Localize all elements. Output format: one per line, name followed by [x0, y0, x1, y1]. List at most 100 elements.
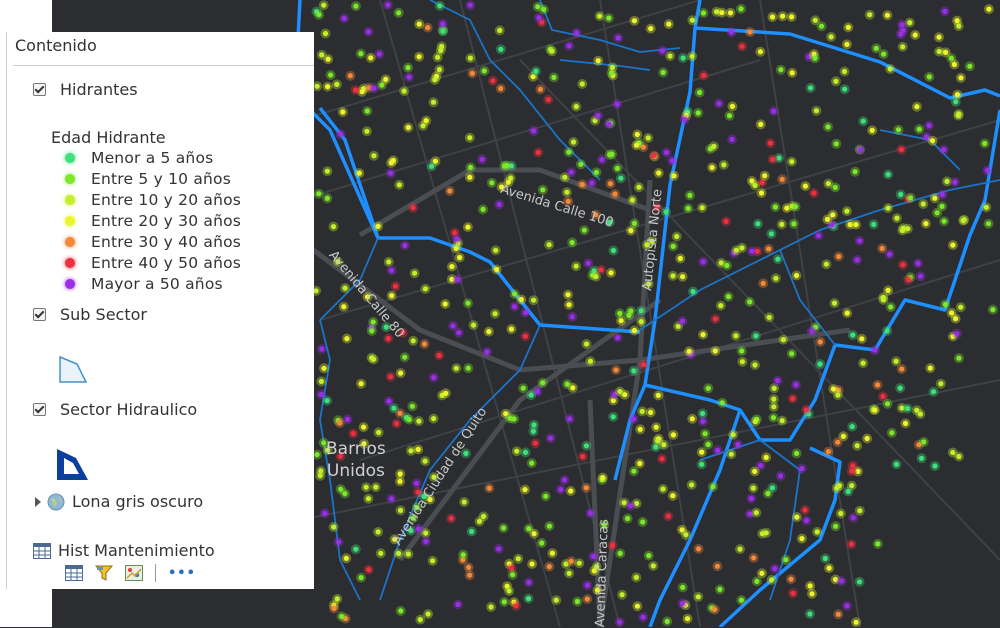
- hydrant-point[interactable]: [344, 336, 350, 342]
- hydrant-point[interactable]: [845, 24, 851, 30]
- hydrant-point[interactable]: [832, 184, 838, 190]
- hydrant-point[interactable]: [700, 259, 706, 265]
- hydrant-point[interactable]: [689, 17, 695, 23]
- hydrant-point[interactable]: [779, 418, 785, 424]
- hydrant-point[interactable]: [872, 407, 878, 413]
- hydrant-point[interactable]: [879, 245, 885, 251]
- hydrant-point[interactable]: [739, 348, 745, 354]
- hydrant-point[interactable]: [680, 274, 686, 280]
- hydrant-point[interactable]: [835, 611, 841, 617]
- hydrant-point[interactable]: [331, 605, 337, 612]
- hydrant-point[interactable]: [368, 55, 374, 61]
- hydrant-point[interactable]: [958, 75, 964, 81]
- hydrant-point[interactable]: [612, 191, 618, 197]
- hydrant-point[interactable]: [954, 18, 960, 24]
- hydrant-point[interactable]: [490, 78, 496, 84]
- hydrant-point[interactable]: [358, 575, 364, 581]
- hydrant-point[interactable]: [733, 247, 740, 253]
- hydrant-point[interactable]: [375, 223, 381, 229]
- hydrant-point[interactable]: [467, 55, 473, 61]
- hydrant-point[interactable]: [645, 135, 651, 141]
- hydrant-point[interactable]: [339, 613, 345, 620]
- hydrant-point[interactable]: [465, 300, 471, 306]
- hydrant-point[interactable]: [859, 336, 865, 342]
- hydrant-point[interactable]: [353, 3, 359, 9]
- hydrant-point[interactable]: [498, 85, 504, 92]
- hydrant-point[interactable]: [585, 260, 591, 266]
- hydrant-point[interactable]: [497, 27, 503, 33]
- hydrant-point[interactable]: [337, 131, 344, 137]
- hydrant-point[interactable]: [583, 485, 589, 491]
- hydrant-point[interactable]: [714, 563, 721, 569]
- hydrant-point[interactable]: [425, 25, 431, 31]
- hydrant-point[interactable]: [778, 473, 784, 479]
- hydrant-point[interactable]: [599, 157, 605, 163]
- hydrant-point[interactable]: [835, 392, 841, 398]
- hydrant-point[interactable]: [888, 304, 894, 310]
- hydrant-point[interactable]: [513, 603, 519, 609]
- hydrant-point[interactable]: [330, 224, 337, 230]
- hydrant-point[interactable]: [830, 386, 837, 392]
- hydrant-point[interactable]: [663, 209, 669, 215]
- hydrant-point[interactable]: [587, 358, 594, 364]
- hydrant-point[interactable]: [467, 164, 474, 170]
- hydrant-point[interactable]: [573, 104, 579, 110]
- expand-triangle-icon[interactable]: [35, 496, 41, 507]
- hydrant-point[interactable]: [364, 128, 370, 134]
- hydrant-point[interactable]: [358, 51, 364, 57]
- hydrant-point[interactable]: [729, 103, 736, 109]
- hydrant-point[interactable]: [640, 614, 646, 620]
- hydrant-point[interactable]: [641, 362, 647, 368]
- hydrant-point[interactable]: [646, 553, 652, 559]
- hydrant-point[interactable]: [448, 515, 454, 522]
- hydrant-point[interactable]: [421, 341, 428, 347]
- hydrant-point[interactable]: [956, 355, 962, 361]
- hydrant-point[interactable]: [838, 510, 844, 517]
- hydrant-point[interactable]: [508, 326, 514, 332]
- hydrant-point[interactable]: [728, 29, 735, 35]
- hydrant-point[interactable]: [856, 579, 863, 585]
- hydrant-point[interactable]: [398, 370, 404, 376]
- hydrant-point[interactable]: [481, 68, 487, 74]
- hydrant-point[interactable]: [566, 570, 572, 576]
- hydrant-point[interactable]: [905, 405, 911, 412]
- hydrant-point[interactable]: [325, 56, 331, 62]
- hydrant-point[interactable]: [828, 34, 834, 40]
- hydrant-point[interactable]: [852, 169, 858, 175]
- hydrant-point[interactable]: [397, 507, 404, 513]
- hydrant-point[interactable]: [831, 300, 838, 306]
- hydrant-point[interactable]: [631, 416, 637, 422]
- hydrant-point[interactable]: [716, 100, 722, 107]
- hydrant-point[interactable]: [794, 450, 800, 456]
- hydrant-point[interactable]: [712, 348, 718, 354]
- hydrant-point[interactable]: [316, 191, 322, 197]
- hydrant-point[interactable]: [733, 333, 739, 339]
- hydrant-point[interactable]: [376, 51, 382, 57]
- hydrant-point[interactable]: [750, 485, 756, 491]
- hydrant-point[interactable]: [684, 616, 691, 622]
- hydrant-point[interactable]: [522, 449, 529, 455]
- filter-icon[interactable]: [95, 565, 113, 581]
- hydrant-point[interactable]: [467, 135, 473, 141]
- hydrant-point[interactable]: [710, 484, 716, 490]
- hydrant-point[interactable]: [985, 221, 992, 227]
- hydrant-point[interactable]: [454, 236, 460, 242]
- hydrant-point[interactable]: [638, 308, 644, 314]
- hydrant-point[interactable]: [885, 287, 891, 293]
- hydrant-point[interactable]: [450, 323, 456, 329]
- hydrant-point[interactable]: [595, 113, 601, 119]
- hydrant-point[interactable]: [561, 477, 568, 483]
- hydrant-point[interactable]: [887, 66, 893, 72]
- hydrant-point[interactable]: [584, 582, 591, 588]
- hydrant-point[interactable]: [897, 385, 903, 391]
- hydrant-point[interactable]: [900, 27, 906, 33]
- hydrant-point[interactable]: [397, 410, 403, 416]
- hydrant-point[interactable]: [609, 64, 616, 70]
- hydrant-point[interactable]: [439, 43, 445, 50]
- hydrant-point[interactable]: [833, 523, 839, 529]
- hydrant-point[interactable]: [388, 374, 394, 380]
- hydrant-point[interactable]: [769, 156, 776, 162]
- hydrant-point[interactable]: [496, 201, 502, 207]
- hydrant-point[interactable]: [540, 380, 546, 386]
- hydrant-point[interactable]: [443, 390, 449, 396]
